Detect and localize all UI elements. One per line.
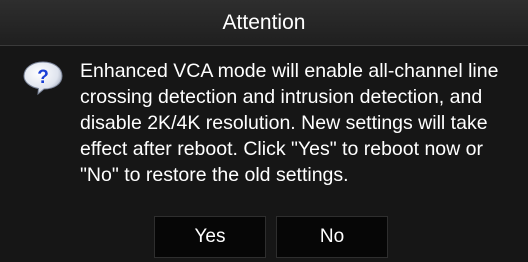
dialog-titlebar: Attention [0,0,528,46]
dialog-title: Attention [222,10,306,34]
dialog-message: Enhanced VCA mode will enable all-channe… [80,60,499,186]
question-bubble-icon: ? [23,61,63,96]
no-button[interactable]: No [276,216,388,258]
yes-button[interactable]: Yes [154,216,266,258]
dialog-body: ? Enhanced VCA mode will enable all-chan… [0,46,528,262]
svg-text:?: ? [37,67,49,88]
attention-dialog: Attention ? Enhanced VCA mode will enabl… [0,0,528,262]
